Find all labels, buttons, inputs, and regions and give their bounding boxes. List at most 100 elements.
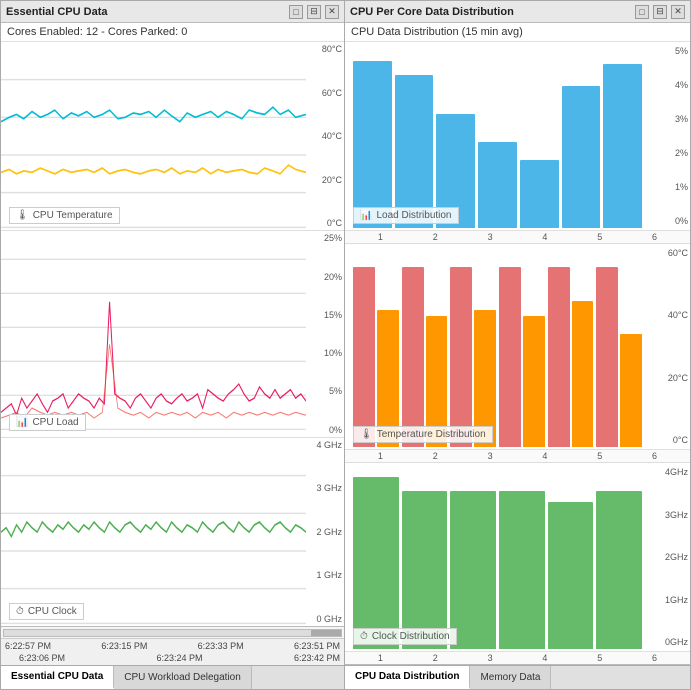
temp-bar-group-1 [353, 252, 399, 448]
left-tabs: Essential CPU Data CPU Workload Delegati… [1, 665, 344, 689]
load-x-labels: 1 2 3 4 5 6 [345, 230, 690, 243]
cpu-temp-inner: 80°C 60°C 40°C 20°C 0°C 🌡 CPU Temperatur… [1, 42, 344, 230]
cpu-clock-y-axis: 4 GHz 3 GHz 2 GHz 1 GHz 0 GHz [306, 438, 344, 626]
left-panel: Essential CPU Data □ ⊟ ✕ Cores Enabled: … [0, 0, 345, 690]
load-bar-group-7 [603, 50, 642, 228]
cpu-temp-chart: 80°C 60°C 40°C 20°C 0°C 🌡 CPU Temperatur… [1, 42, 344, 231]
right-pin-btn[interactable]: ⊟ [653, 5, 667, 19]
right-subtitle: CPU Data Distribution (15 min avg) [345, 23, 690, 42]
cpu-clock-chart: 4 GHz 3 GHz 2 GHz 1 GHz 0 GHz ⏱ CPU Cloc… [1, 438, 344, 626]
load-y-axis: 5% 4% 3% 2% 1% 0% [650, 42, 690, 230]
clock-bar-group-5 [548, 471, 594, 649]
load-bar-group-6 [562, 50, 601, 228]
minimize-btn[interactable]: □ [289, 5, 303, 19]
scrollbar-thumb[interactable] [311, 630, 341, 636]
bar-chart-icon: 📊 [16, 417, 28, 428]
thermometer-icon: 🌡 [16, 210, 29, 221]
load-bar-7 [603, 64, 642, 227]
clock-bar-group-4 [499, 471, 545, 649]
clock-bar-1 [353, 477, 399, 649]
load-bar-5 [520, 160, 559, 227]
tab-memory-data[interactable]: Memory Data [470, 666, 551, 689]
clock-bar-group-6 [596, 471, 642, 649]
temp-bar-3a [450, 267, 472, 447]
right-charts-area: 5% 4% 3% 2% 1% 0% 📊 Load Distribution 1 … [345, 42, 690, 664]
left-panel-title: Essential CPU Data [6, 6, 107, 18]
scrollbar-track[interactable] [3, 629, 342, 637]
cpu-temp-label: 🌡 CPU Temperature [9, 207, 120, 224]
clock-x-labels: 1 2 3 4 5 6 [345, 651, 690, 664]
load-dist-bars [345, 42, 650, 230]
right-tabs: CPU Data Distribution Memory Data [345, 665, 690, 689]
temp-bar-group-5 [548, 252, 594, 448]
right-minimize-btn[interactable]: □ [635, 5, 649, 19]
cpu-clock-content [1, 438, 306, 626]
load-bar-group-3 [436, 50, 475, 228]
right-panel-title: CPU Per Core Data Distribution [350, 6, 514, 18]
clock-dist-chart: 4GHz 3GHz 2GHz 1GHz 0GHz ⏱ Clock Distrib… [345, 463, 690, 664]
temp-bar-1a [353, 267, 375, 447]
clock-icon-dist: ⏱ [360, 631, 368, 642]
left-scrollbar[interactable] [1, 627, 344, 639]
cpu-load-chart: 25% 20% 15% 10% 5% 0% 📊 CPU Load [1, 231, 344, 437]
clock-dist-bars [345, 463, 650, 651]
clock-icon: ⏱ [16, 606, 24, 617]
clock-bar-3 [450, 491, 496, 649]
cpu-clock-inner: 4 GHz 3 GHz 2 GHz 1 GHz 0 GHz ⏱ CPU Cloc… [1, 438, 344, 626]
load-bar-2 [395, 75, 434, 228]
cpu-load-label: 📊 CPU Load [9, 414, 86, 431]
load-dist-chart: 5% 4% 3% 2% 1% 0% 📊 Load Distribution 1 … [345, 42, 690, 244]
temp-bar-6a [596, 267, 618, 447]
cpu-temp-y-axis: 80°C 60°C 40°C 20°C 0°C [306, 42, 344, 230]
load-dist-inner: 5% 4% 3% 2% 1% 0% 📊 Load Distribution [345, 42, 690, 230]
timestamps-bottom: 6:23:06 PM 6:23:24 PM 6:23:42 PM [1, 653, 344, 665]
temp-bar-4b [523, 316, 545, 447]
clock-bar-group-3 [450, 471, 496, 649]
right-titlebar: CPU Per Core Data Distribution □ ⊟ ✕ [345, 1, 690, 23]
temp-bar-group-4 [499, 252, 545, 448]
load-bar-group-5 [520, 50, 559, 228]
left-titlebar: Essential CPU Data □ ⊟ ✕ [1, 1, 344, 23]
clock-bar-group-2 [402, 471, 448, 649]
load-bar-group-4 [478, 50, 517, 228]
tab-essential-cpu[interactable]: Essential CPU Data [1, 666, 114, 689]
load-dist-label: 📊 Load Distribution [353, 207, 459, 224]
left-charts-area: 80°C 60°C 40°C 20°C 0°C 🌡 CPU Temperatur… [1, 42, 344, 626]
temp-dist-chart: 60°C 40°C 20°C 0°C 🌡 Temperature Distrib… [345, 244, 690, 464]
temp-bar-group-6 [596, 252, 642, 448]
temp-dist-inner: 60°C 40°C 20°C 0°C 🌡 Temperature Distrib… [345, 244, 690, 450]
cpu-temp-content [1, 42, 306, 230]
clock-bar-2 [402, 491, 448, 649]
left-titlebar-controls: □ ⊟ ✕ [289, 5, 339, 19]
right-titlebar-controls: □ ⊟ ✕ [635, 5, 685, 19]
load-bar-4 [478, 142, 517, 227]
clock-y-axis: 4GHz 3GHz 2GHz 1GHz 0GHz [650, 463, 690, 651]
load-bar-group [353, 50, 392, 228]
load-bar-group-2 [395, 50, 434, 228]
bar-icon-load: 📊 [360, 210, 372, 221]
timestamps-top: 6:22:57 PM 6:23:15 PM 6:23:33 PM 6:23:51… [1, 639, 344, 653]
temp-dist-bars [345, 244, 650, 450]
right-panel: CPU Per Core Data Distribution □ ⊟ ✕ CPU… [345, 0, 691, 690]
cpu-load-inner: 25% 20% 15% 10% 5% 0% 📊 CPU Load [1, 231, 344, 436]
cpu-load-y-axis: 25% 20% 15% 10% 5% 0% [306, 231, 344, 436]
temp-bar-group-2 [402, 252, 448, 448]
right-close-btn[interactable]: ✕ [671, 5, 685, 19]
load-bar-6 [562, 86, 601, 228]
clock-bar-6 [596, 491, 642, 649]
temp-y-axis: 60°C 40°C 20°C 0°C [650, 244, 690, 450]
tab-workload[interactable]: CPU Workload Delegation [114, 666, 252, 689]
load-bar-1 [353, 61, 392, 228]
temp-x-labels: 1 2 3 4 5 6 [345, 449, 690, 462]
clock-dist-label: ⏱ Clock Distribution [353, 628, 457, 645]
temp-bar-2a [402, 267, 424, 447]
close-btn[interactable]: ✕ [325, 5, 339, 19]
clock-bar-group-1 [353, 471, 399, 649]
clock-bar-4 [499, 491, 545, 649]
clock-bar-5 [548, 502, 594, 649]
tab-cpu-data-dist[interactable]: CPU Data Distribution [345, 666, 470, 689]
therm-icon-temp: 🌡 [360, 429, 373, 440]
pin-btn[interactable]: ⊟ [307, 5, 321, 19]
temp-bar-5b [572, 301, 594, 448]
cpu-clock-label: ⏱ CPU Clock [9, 603, 84, 620]
